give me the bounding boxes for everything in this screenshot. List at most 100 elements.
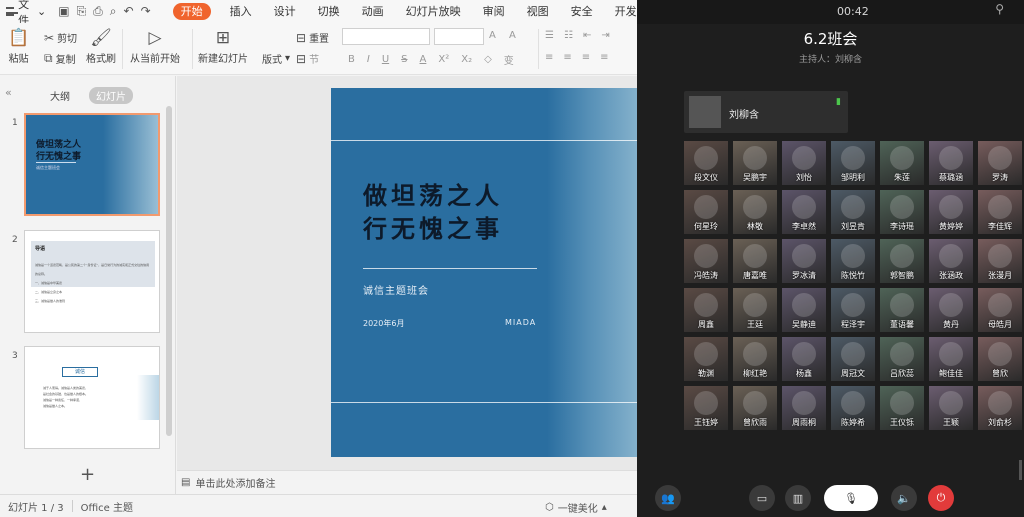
align-left-icon[interactable]: ≡ xyxy=(545,52,553,63)
tab-transitions[interactable]: 切换 xyxy=(307,0,351,23)
participant-tile[interactable]: 刘俞杉 xyxy=(978,386,1022,430)
participant-tile[interactable]: 王钰婷 xyxy=(684,386,728,430)
format-painter-button[interactable]: 🖌 格式刷 xyxy=(86,28,116,65)
participant-tile[interactable]: 曾欣 xyxy=(978,337,1022,381)
tab-slides[interactable]: 幻灯片 xyxy=(89,86,133,104)
italic-button[interactable]: I xyxy=(367,54,370,65)
redo-icon[interactable]: ↷ xyxy=(141,4,151,19)
participant-tile[interactable]: 李诗瑶 xyxy=(880,190,924,234)
participant-tile[interactable]: 程泽宇 xyxy=(831,288,875,332)
tab-animations[interactable]: 动画 xyxy=(351,0,395,23)
active-speaker-card[interactable]: 刘柳含 ▮ xyxy=(684,91,848,133)
participant-tile[interactable]: 王颖 xyxy=(929,386,973,430)
subscript-button[interactable]: X₂ xyxy=(461,54,472,65)
participant-tile[interactable]: 唐嘉唯 xyxy=(733,239,777,283)
indent-decrease-icon[interactable]: ⇤ xyxy=(583,30,591,41)
participant-tile[interactable]: 曾欣雨 xyxy=(733,386,777,430)
pin-icon[interactable]: ⚲ xyxy=(995,2,1004,16)
participant-tile[interactable]: 勒渊 xyxy=(684,337,728,381)
participant-tile[interactable]: 刘昱肯 xyxy=(831,190,875,234)
font-name-select[interactable] xyxy=(342,28,430,45)
participant-tile[interactable]: 柳红艳 xyxy=(733,337,777,381)
slide-canvas[interactable]: 做坦荡之人 行无愧之事 诚信主题班会 2020年6月 MIADA xyxy=(331,88,637,457)
underline-button[interactable]: U xyxy=(382,54,389,65)
slide-subtitle[interactable]: 诚信主题班会 xyxy=(363,282,429,297)
paste-button[interactable]: 📋 粘贴 xyxy=(8,28,29,65)
participant-tile[interactable]: 鲍佳佳 xyxy=(929,337,973,381)
participant-tile[interactable]: 周雨桐 xyxy=(782,386,826,430)
participant-tile[interactable]: 李卓然 xyxy=(782,190,826,234)
section-button[interactable]: ⊟ 节 xyxy=(296,51,319,67)
slide-title[interactable]: 做坦荡之人 行无愧之事 xyxy=(363,180,503,246)
play-from-current-button[interactable]: ▷ 从当前开始 xyxy=(130,28,180,65)
participant-tile[interactable]: 冯皓涛 xyxy=(684,239,728,283)
participant-tile[interactable]: 李佳辉 xyxy=(978,190,1022,234)
layout-button[interactable]: 版式 ▾ xyxy=(262,51,290,66)
new-slide-button[interactable]: ⊞ 新建幻灯片 xyxy=(198,28,248,65)
clear-format-button[interactable]: ◇ xyxy=(484,54,492,65)
bullet-list-icon[interactable]: ☰ xyxy=(545,30,554,41)
beautify-button[interactable]: ⬡ 一键美化 ▴ xyxy=(545,500,607,515)
participant-tile[interactable]: 吴静迪 xyxy=(782,288,826,332)
microphone-button[interactable]: 🎙 xyxy=(824,485,878,511)
participant-tile[interactable]: 黄婷婷 xyxy=(929,190,973,234)
notes-area[interactable]: ▤ 单击此处添加备注 xyxy=(177,470,637,494)
participant-tile[interactable]: 张漫月 xyxy=(978,239,1022,283)
participant-tile[interactable]: 吴鹏宇 xyxy=(733,141,777,185)
participant-tile[interactable]: 张涵政 xyxy=(929,239,973,283)
superscript-button[interactable]: X² xyxy=(438,54,449,65)
print-preview-icon[interactable]: ⌕ xyxy=(110,4,117,19)
participant-tile[interactable]: 董语馨 xyxy=(880,288,924,332)
cut-button[interactable]: ✂ 剪切 xyxy=(44,30,77,46)
slide-thumbnail-3[interactable]: 诚信 诚于人而得。诚信是人类的美德， 是社会的基础，也是做人的根本。 诚信是一种… xyxy=(24,346,160,449)
files-button[interactable]: ▥ xyxy=(785,485,811,511)
slide-thumbnail-2[interactable]: 导语 诚信是一个道德范畴，是公民的第二个“身份证”，是日常行为的诚实和正式交往的… xyxy=(24,230,160,333)
participant-tile[interactable]: 王廷 xyxy=(733,288,777,332)
slide-thumbnail-1[interactable]: 做坦荡之人 行无愧之事 诚信主题班会 xyxy=(24,113,160,216)
participant-tile[interactable]: 罗涛 xyxy=(978,141,1022,185)
speaker-volume-button[interactable]: 🔈 xyxy=(891,485,917,511)
pane-scrollbar[interactable] xyxy=(166,106,172,436)
shrink-font-button[interactable]: A xyxy=(509,30,516,41)
tab-security[interactable]: 安全 xyxy=(560,0,604,23)
participant-tile[interactable]: 罗冰清 xyxy=(782,239,826,283)
participant-tile[interactable]: 陈悦竹 xyxy=(831,239,875,283)
share-screen-button[interactable]: ▭ xyxy=(749,485,775,511)
reset-button[interactable]: ⊟ 重置 xyxy=(296,30,329,46)
participant-tile[interactable]: 郭智鹏 xyxy=(880,239,924,283)
tab-review[interactable]: 审阅 xyxy=(472,0,516,23)
numbered-list-icon[interactable]: ☷ xyxy=(564,30,573,41)
participant-tile[interactable]: 周鑫 xyxy=(684,288,728,332)
justify-icon[interactable]: ≡ xyxy=(600,52,608,63)
participant-tile[interactable]: 吕欣蕊 xyxy=(880,337,924,381)
bold-button[interactable]: B xyxy=(348,54,355,65)
align-center-icon[interactable]: ≡ xyxy=(563,52,571,63)
participant-tile[interactable]: 邹明利 xyxy=(831,141,875,185)
participant-tile[interactable]: 段文仪 xyxy=(684,141,728,185)
tab-slideshow[interactable]: 幻灯片放映 xyxy=(395,0,472,23)
save-icon[interactable]: ▣ xyxy=(58,4,69,19)
participant-tile[interactable]: 朱莲 xyxy=(880,141,924,185)
participant-tile[interactable]: 蔡璐涵 xyxy=(929,141,973,185)
participant-tile[interactable]: 刘怡 xyxy=(782,141,826,185)
tab-view[interactable]: 视图 xyxy=(516,0,560,23)
participant-tile[interactable]: 周冠文 xyxy=(831,337,875,381)
indent-increase-icon[interactable]: ⇥ xyxy=(601,30,609,41)
tab-outline[interactable]: 大纲 xyxy=(43,87,77,104)
char-spacing-button[interactable]: 变 xyxy=(504,52,514,67)
add-slide-button[interactable]: + xyxy=(80,464,95,485)
font-size-select[interactable] xyxy=(434,28,484,45)
slide-author[interactable]: MIADA xyxy=(505,318,536,327)
participant-tile[interactable]: 母皓月 xyxy=(978,288,1022,332)
participant-tile[interactable]: 黄丹 xyxy=(929,288,973,332)
tab-home[interactable]: 开始 xyxy=(172,3,211,20)
tab-developer[interactable]: 开发工具 xyxy=(604,0,637,23)
print-icon[interactable]: ⎙ xyxy=(93,4,103,19)
strikethrough-button[interactable]: S xyxy=(401,54,407,65)
align-right-icon[interactable]: ≡ xyxy=(582,52,590,63)
copy-button[interactable]: ⧉ 复制 xyxy=(44,51,76,66)
participant-tile[interactable]: 王仪铄 xyxy=(880,386,924,430)
grow-font-button[interactable]: A xyxy=(489,30,496,41)
undo-icon[interactable]: ↶ xyxy=(124,4,134,19)
participant-tile[interactable]: 杨鑫 xyxy=(782,337,826,381)
